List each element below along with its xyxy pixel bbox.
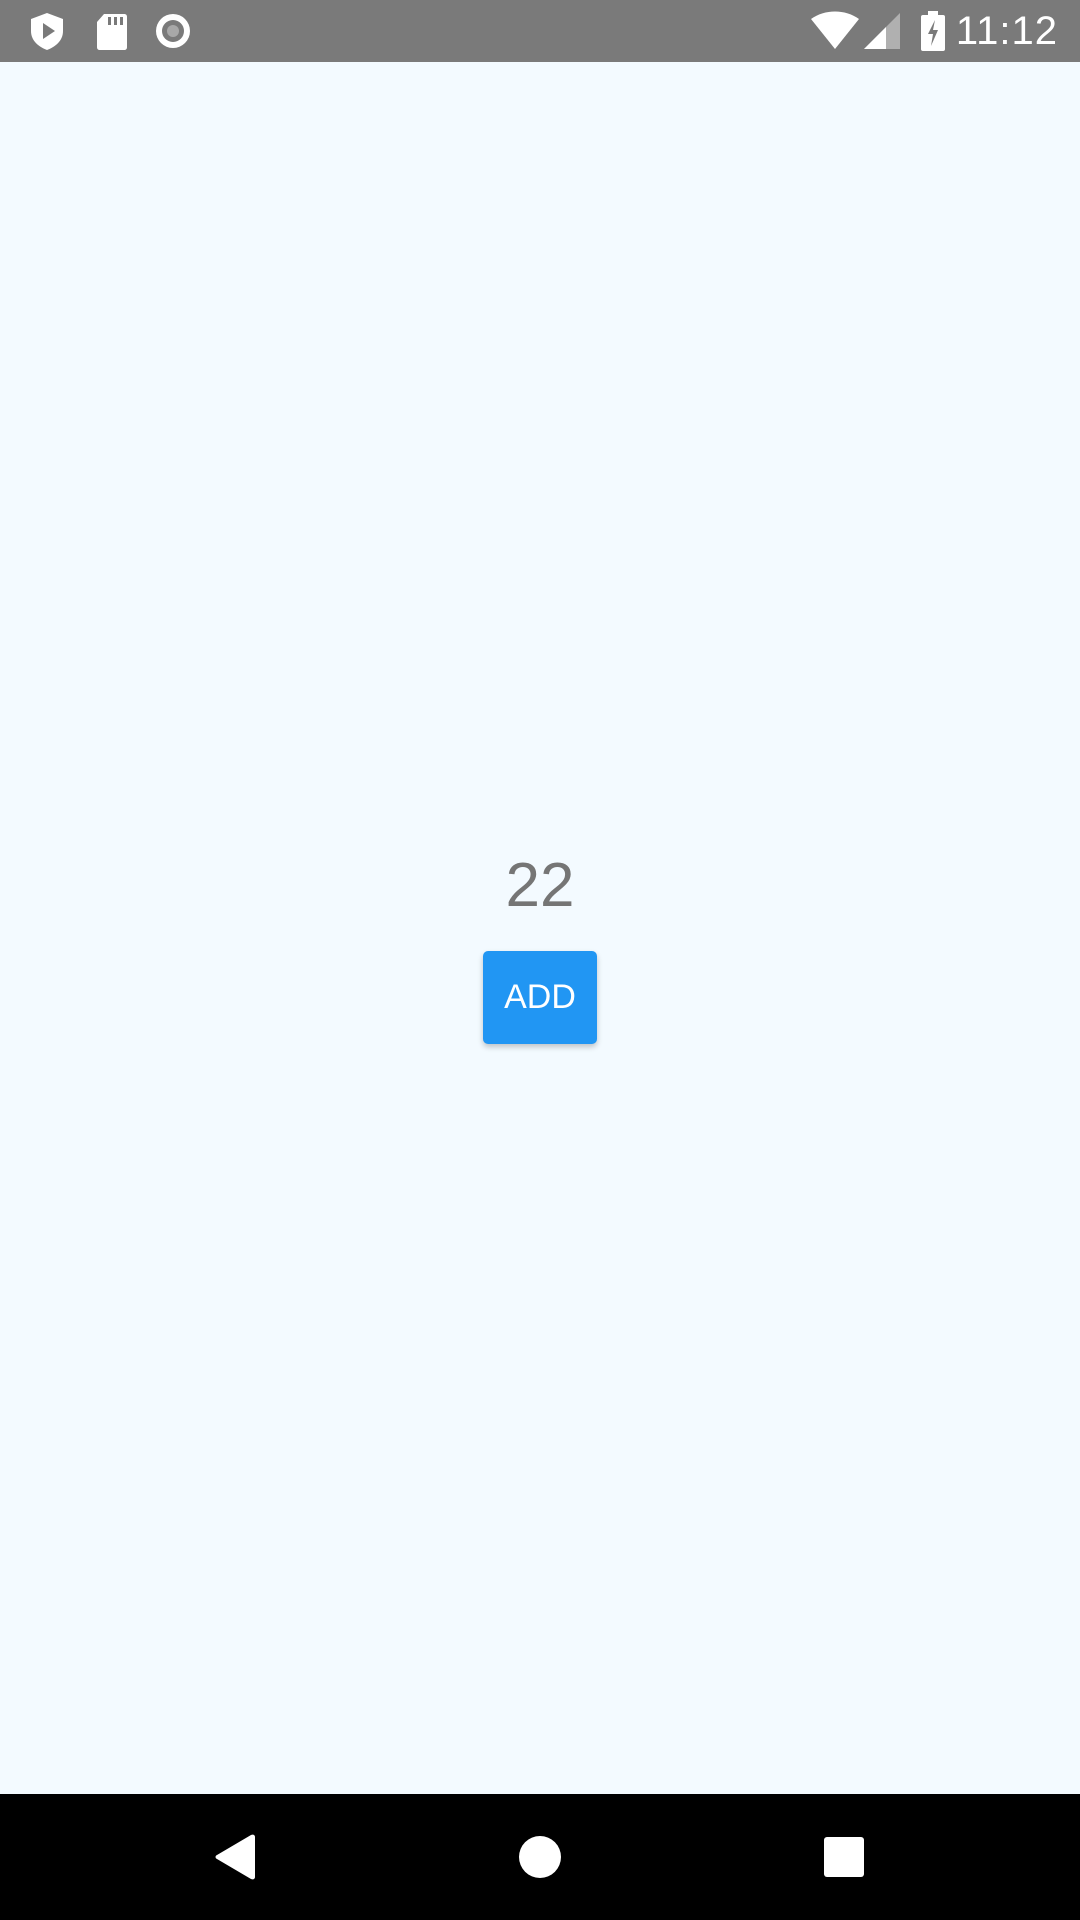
battery-charging-icon: [918, 11, 948, 51]
status-bar: 11:12: [0, 0, 1080, 62]
cell-signal-icon: [862, 11, 902, 51]
sd-card-icon: [92, 11, 132, 51]
record-icon: [153, 11, 193, 51]
home-icon[interactable]: [510, 1827, 570, 1887]
back-icon[interactable]: [207, 1827, 267, 1887]
navigation-bar: [0, 1794, 1080, 1920]
counter-value: 22: [505, 851, 575, 920]
recents-icon[interactable]: [814, 1827, 874, 1887]
add-button[interactable]: ADD: [483, 951, 597, 1044]
main-content: 22 ADD: [0, 62, 1080, 1794]
play-protect-icon: [27, 11, 67, 51]
status-time: 11:12: [955, 9, 1058, 53]
wifi-icon: [810, 11, 860, 51]
